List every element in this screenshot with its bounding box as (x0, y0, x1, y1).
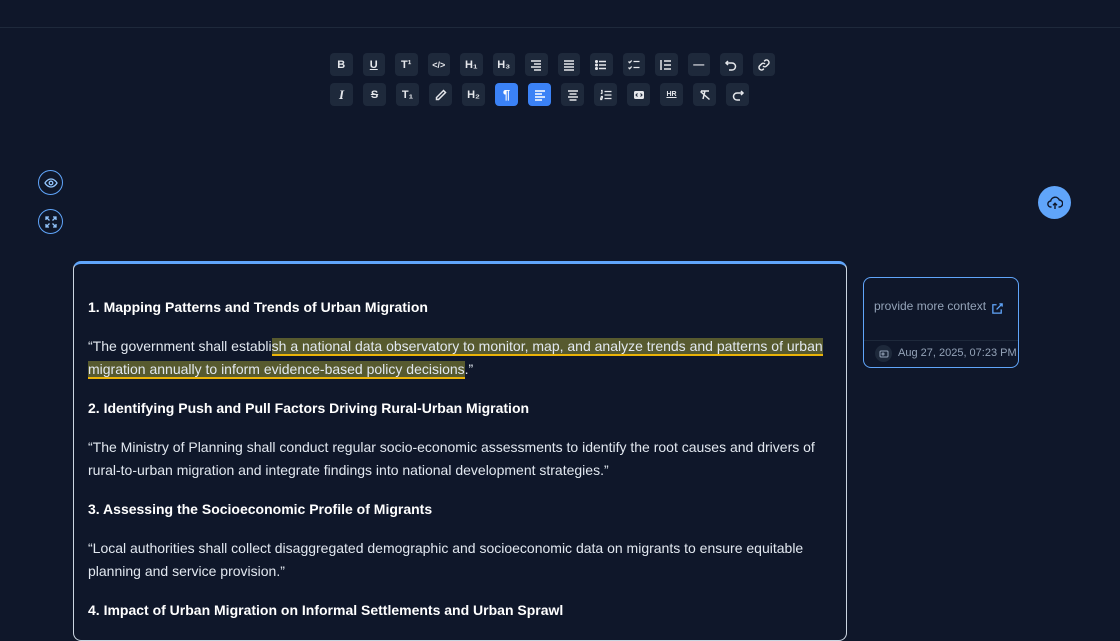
link-icon (758, 58, 770, 71)
code-block-button[interactable] (627, 83, 650, 106)
ordered-list-icon (599, 89, 611, 100)
paragraph-button[interactable]: ¶ (495, 83, 518, 106)
expand-icon (44, 215, 57, 228)
align-center-button[interactable] (561, 83, 584, 106)
section-heading-2: 2. Identifying Push and Pull Factors Dri… (88, 400, 530, 416)
preview-button[interactable] (38, 170, 63, 195)
bullet-list-button[interactable] (590, 53, 613, 76)
align-justify-button[interactable] (557, 53, 580, 76)
hard-break-button[interactable]: HR (660, 83, 683, 106)
pencil-icon (435, 88, 447, 100)
formatting-toolbar: B U T¹ </> H₁ H₃ — I S T₁ H₂ ¶ HR (330, 53, 775, 113)
comment-card[interactable]: provide more context Aug 27, 2025, 07:23… (863, 277, 1019, 368)
align-left-button[interactable] (528, 83, 551, 106)
section-body-3: “Local authorities shall collect disaggr… (88, 540, 804, 579)
edit-icon[interactable] (991, 302, 1004, 315)
clear-format-icon (699, 89, 710, 100)
section-body-1: “The government shall establish a nation… (88, 335, 832, 381)
section-heading-1: 1. Mapping Patterns and Trends of Urban … (88, 299, 428, 315)
undo-button[interactable] (720, 53, 743, 76)
section-body-2: “The Ministry of Planning shall conduct … (88, 439, 815, 478)
top-bar (0, 0, 1120, 28)
comment-divider (864, 340, 1018, 341)
code-block-icon (633, 90, 644, 99)
highlight-button[interactable] (429, 83, 452, 106)
superscript-button[interactable]: T¹ (395, 53, 418, 76)
cloud-upload-icon (1046, 196, 1063, 209)
heading3-button[interactable]: H₃ (492, 53, 515, 76)
redo-icon (732, 89, 744, 101)
align-center-icon (567, 89, 578, 101)
section-heading-4: 4. Impact of Urban Migration on Informal… (88, 602, 564, 618)
heading2-button[interactable]: H₂ (462, 83, 485, 106)
indent-icon (660, 59, 672, 70)
toolbar-row-2: I S T₁ H₂ ¶ HR (330, 83, 775, 106)
strikethrough-button[interactable]: S (363, 83, 386, 106)
horizontal-rule-button[interactable]: — (687, 53, 710, 76)
underline-button[interactable]: U (362, 53, 385, 76)
clear-format-button[interactable] (693, 83, 716, 106)
align-justify-icon (563, 59, 574, 71)
undo-icon (725, 59, 737, 71)
document-editor[interactable]: 1. Mapping Patterns and Trends of Urban … (73, 261, 847, 641)
user-icon (879, 350, 888, 357)
align-right-button[interactable] (525, 53, 548, 76)
task-list-button[interactable] (622, 53, 645, 76)
paragraph-text-after: .” (464, 361, 474, 377)
bullet-list-icon (595, 59, 607, 70)
indent-button[interactable] (655, 53, 678, 76)
subscript-button[interactable]: T₁ (396, 83, 419, 106)
heading1-button[interactable]: H₁ (460, 53, 483, 76)
avatar (875, 345, 892, 362)
editor-content[interactable]: 1. Mapping Patterns and Trends of Urban … (74, 264, 846, 622)
bold-button[interactable]: B (330, 53, 353, 76)
link-button[interactable] (752, 53, 775, 76)
code-button[interactable]: </> (427, 53, 450, 76)
cloud-upload-button[interactable] (1038, 186, 1071, 219)
italic-button[interactable]: I (330, 83, 353, 106)
redo-button[interactable] (726, 83, 749, 106)
task-list-icon (627, 59, 640, 70)
align-left-icon (534, 89, 545, 101)
paragraph-text-before: “The government shall establi (88, 338, 272, 354)
comment-timestamp: Aug 27, 2025, 07:23 PM (898, 347, 1017, 359)
toolbar-row-1: B U T¹ </> H₁ H₃ — (330, 53, 775, 76)
align-right-icon (531, 59, 542, 71)
fullscreen-button[interactable] (38, 209, 63, 234)
section-heading-3: 3. Assessing the Socioeconomic Profile o… (88, 501, 433, 517)
eye-icon (43, 177, 58, 188)
comment-text: provide more context (874, 299, 987, 313)
ordered-list-button[interactable] (594, 83, 617, 106)
